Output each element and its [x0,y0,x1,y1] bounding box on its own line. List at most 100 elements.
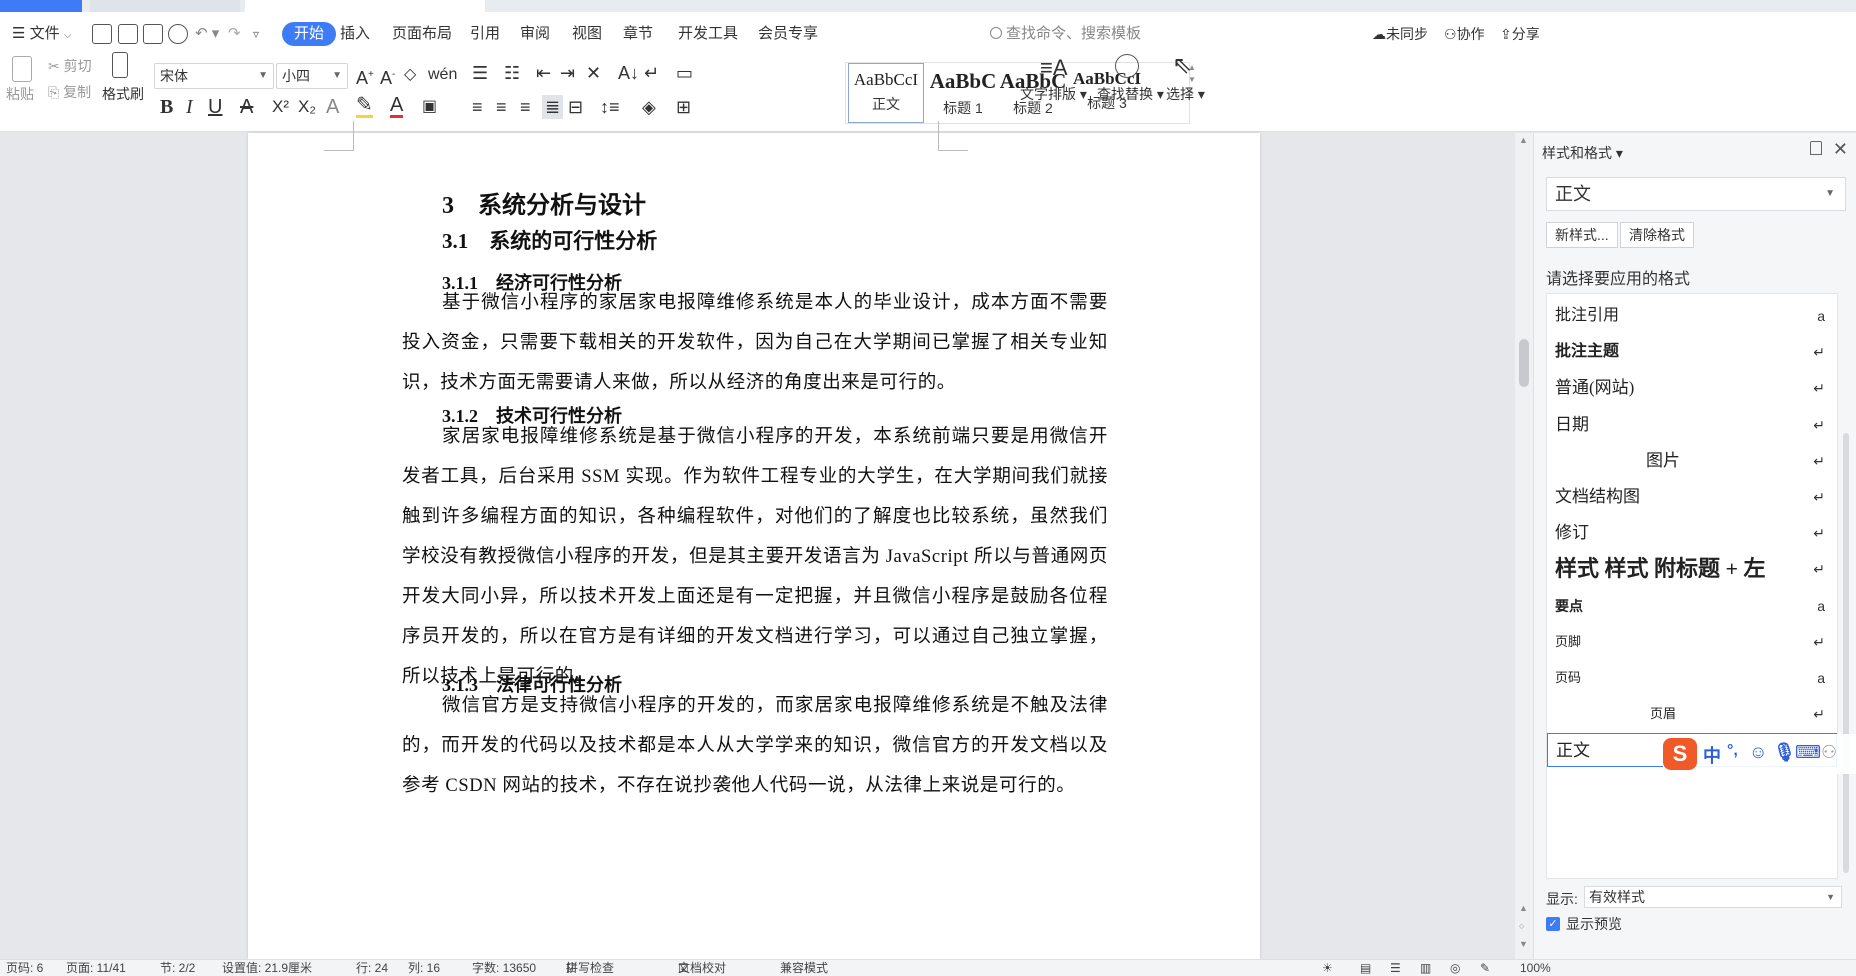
status-row[interactable]: 行: 24 [356,960,388,976]
sync-status[interactable]: ☁未同步 [1372,22,1428,46]
current-style-select[interactable]: 正文 ▼ [1546,177,1846,211]
increase-indent-icon[interactable]: ⇥ [560,61,575,85]
close-icon[interactable]: ✕ [1833,139,1848,160]
clear-format-button[interactable]: 清除格式 [1620,222,1694,248]
wps-tab[interactable] [90,0,240,12]
table-tools-icon[interactable]: ▭ [676,61,693,85]
find-replace-button[interactable]: 查找替换 ▾ [1097,84,1164,104]
document-page[interactable]: 3 系统分析与设计 3.1 系统的可行性分析 3.1.1 经济可行性分析 基于微… [248,121,1260,959]
emoji-icon[interactable]: ☺ [1749,742,1767,763]
text-layout-icon[interactable]: ≡A [1040,56,1068,80]
style-list-item[interactable]: 图片 ↵ [1547,444,1837,478]
italic-icon[interactable]: I [186,95,193,119]
shading-icon[interactable]: ◈ [642,95,656,119]
char-border-icon[interactable]: ▣ [422,95,437,119]
document-scrollbar[interactable]: ▲ ▲ ○ ▼ [1515,133,1533,959]
undo-icon[interactable]: ↶ ▾ [195,22,219,46]
grow-font-icon[interactable]: A+ [356,63,374,90]
prev-page-icon[interactable]: ▲ [1519,903,1528,913]
file-menu[interactable]: ☰ 文件 ⌵ [12,22,71,46]
print-preview-icon[interactable] [168,24,188,44]
command-search[interactable]: 查找命令、搜索模板 [990,22,1141,46]
font-color-icon[interactable]: A [390,95,404,118]
strikethrough-icon[interactable]: A [240,95,253,119]
show-filter-select[interactable]: 有效样式 ▼ [1584,886,1842,908]
paste-button[interactable]: 粘贴 [6,84,34,104]
web-view-icon[interactable]: ◎ [1450,960,1460,976]
bold-icon[interactable]: B [160,95,173,119]
status-section[interactable]: 节: 2/2 [160,960,195,976]
tab-references[interactable]: 引用 [470,22,500,46]
format-painter-button[interactable]: 格式刷 [102,84,144,104]
decrease-indent-icon[interactable]: ⇤ [536,61,551,85]
bullet-list-icon[interactable]: ☰ [472,61,488,85]
status-col[interactable]: 列: 16 [408,960,440,976]
tab-review[interactable]: 审阅 [520,22,550,46]
align-center-icon[interactable]: ≡ [496,95,507,119]
user-icon[interactable]: ⚇ [1821,742,1837,763]
status-setting[interactable]: 设置值: 21.9厘米 [222,960,312,976]
style-list-item[interactable]: 文档结构图 ↵ [1547,480,1837,514]
text-layout-button[interactable]: 文字排版 ▾ [1020,84,1087,104]
scrollbar-thumb[interactable] [1519,339,1529,387]
format-painter-icon[interactable] [112,52,128,78]
text-effect-icon[interactable]: A [326,95,339,119]
tab-view[interactable]: 视图 [572,22,602,46]
microphone-icon[interactable]: 🎙 [1773,742,1796,763]
shrink-font-icon[interactable]: A- [380,63,395,90]
tab-chapter[interactable]: 章节 [623,22,653,46]
zoom-level[interactable]: 100% [1520,960,1551,976]
sogou-logo-icon[interactable]: S [1663,738,1697,770]
print-icon[interactable] [143,24,163,44]
subscript-icon[interactable]: X₂ [298,95,316,119]
find-icon[interactable] [1115,54,1139,78]
style-list-item[interactable]: 修订 ↵ [1547,516,1837,550]
redo-icon[interactable]: ↷ [228,22,241,46]
pen-icon[interactable]: ✎ [1480,960,1490,976]
tab-page-layout[interactable]: 页面布局 [392,22,452,46]
preview-checkbox[interactable]: ✓ [1546,917,1560,931]
style-list-item[interactable]: 页码 a [1547,661,1837,695]
share-button[interactable]: ⇪分享 [1500,22,1540,46]
copy-button[interactable]: ⎘ 复制 [48,82,91,102]
tab-member[interactable]: 会员专享 [758,22,818,46]
style-list-item[interactable]: 页脚 ↵ [1547,625,1837,659]
style-normal[interactable]: AaBbCcI 正文 [848,63,924,123]
pin-icon[interactable] [1810,141,1822,155]
more-icon[interactable]: ▿ [253,22,259,46]
tab-insert[interactable]: 插入 [340,22,370,46]
sort-icon[interactable]: A↓ [618,61,639,85]
font-size-select[interactable]: 小四 ▼ [276,63,348,89]
new-style-button[interactable]: 新样式... [1546,222,1618,248]
style-list-item[interactable]: 批注主题 ↵ [1547,335,1837,369]
ime-punct-toggle[interactable]: °, [1727,742,1738,760]
align-left-icon[interactable]: ≡ [472,95,483,119]
style-list-item[interactable]: 页眉 ↵ [1547,697,1837,731]
style-list-item[interactable]: 日期 ↵ [1547,408,1837,442]
style-heading-1[interactable]: AaBbC 标题 1 [928,63,998,123]
distribute-icon[interactable]: ⊟ [568,95,583,119]
font-name-select[interactable]: 宋体 ▼ [154,63,274,89]
cursor-icon[interactable]: ⇖ [1172,54,1192,78]
collab-button[interactable]: ⚇协作 [1444,22,1485,46]
document-tab[interactable] [245,0,485,12]
save-icon[interactable] [92,24,112,44]
cut-button[interactable]: ✂ 剪切 [48,56,92,76]
style-list-item[interactable]: 批注引用 a [1547,299,1837,333]
highlight-icon[interactable]: ✎ [356,95,373,118]
tab-developer[interactable]: 开发工具 [678,22,738,46]
ime-lang-toggle[interactable]: 中 [1703,742,1721,768]
line-spacing-icon[interactable]: ↕≡ [600,95,620,119]
export-pdf-icon[interactable] [118,24,138,44]
underline-icon[interactable]: U [208,95,222,119]
outline-view-icon[interactable]: ☰ [1390,960,1401,976]
status-page[interactable]: 页码: 6 [6,960,43,976]
style-list-item[interactable]: 样式 样式 附标题 + 左 ↵ [1547,552,1837,586]
status-words[interactable]: 字数: 13650 [472,960,536,976]
home-tab[interactable] [0,0,82,12]
next-page-icon[interactable]: ▼ [1519,939,1528,949]
page-view-icon[interactable]: ▤ [1360,960,1371,976]
numbered-list-icon[interactable]: ☷ [504,61,520,85]
show-marks-icon[interactable]: ↵ [644,61,659,85]
chinese-layout-icon[interactable]: ✕ [586,61,601,85]
